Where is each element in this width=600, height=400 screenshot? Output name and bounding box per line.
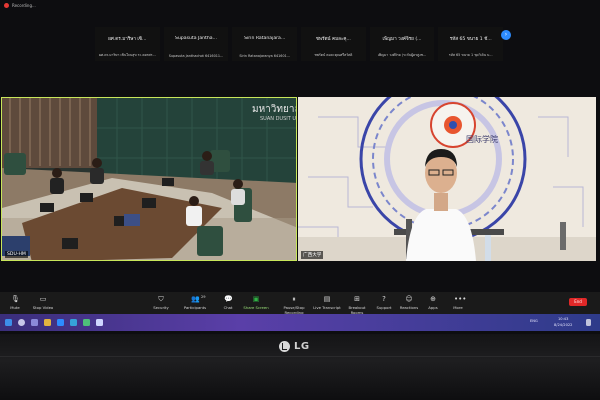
share-screen-button[interactable]: ▣ Share Screen: [241, 295, 271, 311]
monitor-brand-logo: LG: [279, 341, 310, 352]
record-dot-icon: [4, 3, 9, 8]
apps-grid-icon: ⊕: [430, 295, 436, 303]
notification-icon[interactable]: [586, 319, 591, 326]
mute-button[interactable]: 🎙 Mute: [0, 295, 30, 311]
participant-name: ชพรัตน์ คมละคุ...: [315, 37, 351, 42]
shield-icon: ⛉: [158, 295, 164, 303]
participant-name: ผศ.ดร.มาริษา เซ็...: [108, 37, 147, 42]
pause-icon: ⏸: [292, 295, 296, 303]
security-label: Security: [153, 305, 169, 310]
participant-label: ผศ.ดร.มาริษา เซ็นใจนสุข ระ.คยรศร...: [98, 53, 156, 57]
video-tile-speaker[interactable]: 国际学院 广西大学: [298, 97, 596, 261]
search-icon[interactable]: [18, 319, 25, 326]
participant-thumb[interactable]: Sirin Ratanajara... Sirin Ratanajaranya …: [232, 27, 298, 61]
file-explorer-icon[interactable]: [44, 319, 51, 326]
participant-thumb[interactable]: เพ็ญมา วงค์จิรย (... เพ็ญมา วงศ์จิรย (ระ…: [369, 27, 435, 61]
browser-icon[interactable]: [70, 319, 77, 326]
bezel-edge: [0, 356, 600, 357]
participants-count: 29: [201, 295, 206, 299]
more-dots-icon: •••: [454, 295, 467, 303]
meeting-toolbar: 🎙 Mute ▭ Stop Video ⛉ Security 👥 Partici…: [0, 292, 600, 316]
chat-button[interactable]: 💬 Chat: [213, 295, 243, 311]
windows-start-icon[interactable]: [5, 319, 12, 326]
clock-time[interactable]: 10:43: [558, 317, 568, 321]
participant-label: Supasuta Janthachot 6416011...: [168, 54, 224, 58]
live-transcript-button[interactable]: ▤ Live Transcript: [312, 295, 342, 311]
wall-sign-text: มหาวิทยาลั: [252, 104, 297, 115]
participant-thumb[interactable]: ผศ.ดร.มาริษา เซ็... ผศ.ดร.มาริษา เซ็นใจน…: [95, 27, 160, 61]
participants-icon: 👥: [191, 295, 200, 303]
participant-name: Sirin Ratanajara...: [244, 36, 286, 41]
video-camera-icon: ▭: [39, 295, 47, 303]
speaker-video: [298, 97, 596, 261]
security-button[interactable]: ⛉ Security: [146, 295, 176, 311]
participant-thumb[interactable]: Supasuta Jantha... Supasuta Janthachot 6…: [163, 27, 229, 61]
apps-label: Apps: [428, 305, 438, 310]
more-button[interactable]: ••• More: [443, 295, 473, 311]
meeting-room-video: [2, 98, 296, 260]
lg-logo-icon: [279, 341, 290, 352]
app-icon[interactable]: [96, 319, 103, 326]
participant-thumb[interactable]: รหัส 65 ขนาย 1 ชั... รหัส 65 ขนาย 1 ชุดว…: [438, 27, 504, 61]
recording-indicator: Recording...: [4, 3, 36, 8]
chat-bubble-icon: 💬: [224, 295, 233, 303]
clock-date[interactable]: 8/24/2022: [554, 323, 572, 327]
microphone-icon: 🎙: [11, 295, 20, 303]
participant-name: Supasuta Jantha...: [175, 36, 217, 41]
windows-taskbar: ENG 10:43 8/24/2022: [0, 314, 600, 331]
support-icon: ?: [382, 295, 386, 303]
reactions-label: Reactions: [399, 305, 419, 310]
participant-name: เพ็ญมา วงค์จิรย (...: [382, 37, 422, 42]
live-transcript-label: Live Transcript: [313, 305, 341, 310]
video-tile-meeting-room[interactable]: มหาวิทยาลั SUAN DUSIT U SDU-HM: [1, 97, 297, 261]
breakout-rooms-icon: ⊞: [354, 295, 360, 303]
tile-participant-name: SDU-HM: [5, 251, 28, 258]
more-label: More: [453, 305, 463, 310]
end-meeting-button[interactable]: End: [569, 298, 587, 306]
participant-thumb[interactable]: ชพรัตน์ คมละคุ... ชพรัตน์ คมละคุณศรีสวัส…: [301, 27, 366, 61]
support-label: Support: [376, 305, 392, 310]
mute-label: Mute: [10, 305, 20, 310]
tile-participant-name: 广西大学: [301, 251, 324, 259]
cc-icon: ▤: [323, 295, 331, 303]
zoom-app-icon[interactable]: [57, 319, 64, 326]
breakout-rooms-button[interactable]: ⊞ Breakout Rooms: [342, 295, 372, 316]
participant-label: รหัส 65 ขนาย 1 ชุดวิเจิน บ...: [448, 53, 493, 57]
participant-label: Sirin Ratanajaranya 641601...: [239, 54, 290, 58]
task-view-icon[interactable]: [31, 319, 38, 326]
participant-label: เพ็ญมา วงศ์จิรย (ระกับผู้ดรสูงช...: [377, 53, 427, 57]
banner-text: 国际学院: [466, 135, 498, 144]
wall-sign-subtext: SUAN DUSIT U: [260, 116, 297, 122]
share-screen-icon: ▣: [252, 295, 260, 303]
stop-video-button[interactable]: ▭ Stop Video: [28, 295, 58, 311]
participant-label: ชพรัตน์ คมละคุณศรีสวัสดิ์: [314, 53, 353, 57]
language-indicator[interactable]: ENG: [530, 319, 538, 323]
chat-label: Chat: [223, 305, 233, 310]
share-screen-label: Share Screen: [243, 305, 269, 310]
stop-video-label: Stop Video: [32, 305, 54, 310]
monitor-screen: Recording... ผศ.ดร.มาริษา เซ็... ผศ.ดร.ม…: [0, 0, 600, 334]
participant-name: รหัส 65 ขนาย 1 ชั...: [449, 37, 492, 42]
app-icon[interactable]: [83, 319, 90, 326]
participants-strip: ผศ.ดร.มาริษา เซ็... ผศ.ดร.มาริษา เซ็นใจน…: [95, 27, 504, 61]
next-page-icon[interactable]: ›: [501, 30, 511, 40]
recording-label: Recording...: [12, 3, 36, 8]
brand-name: LG: [294, 341, 310, 352]
pause-stop-recording-button[interactable]: ⏸ Pause/Stop Recording: [276, 295, 312, 316]
smile-icon: ☺: [405, 295, 413, 303]
participants-label: Participants: [183, 305, 207, 310]
